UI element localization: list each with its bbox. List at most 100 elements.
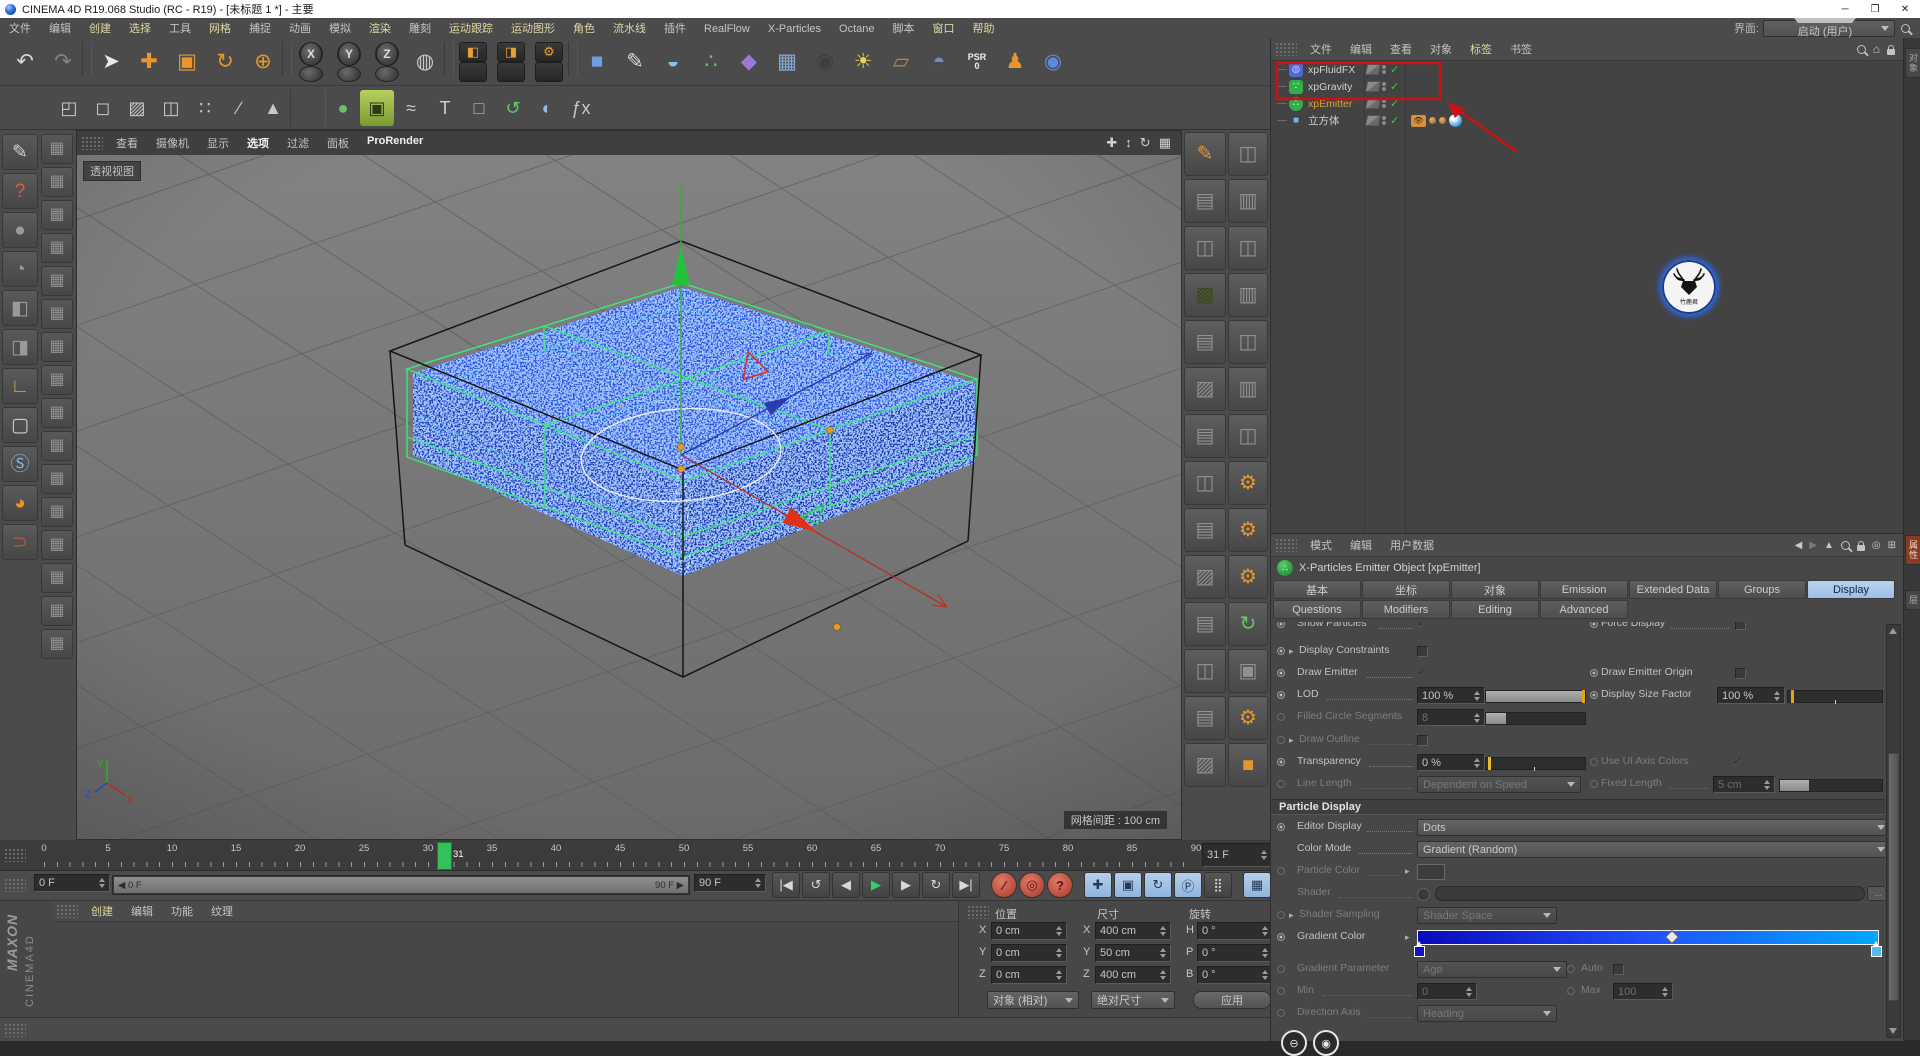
palette-tile[interactable]: ◫ (1184, 461, 1226, 505)
toolbar-separator[interactable] (290, 90, 326, 126)
menu-edit[interactable]: 编辑 (40, 23, 80, 35)
size-x-field[interactable]: 400 cm (1095, 922, 1171, 940)
end-frame-field[interactable]: 90 F (694, 874, 766, 892)
keyframe-circle[interactable] (1277, 647, 1285, 655)
display-tag-icon[interactable]: 👁 (1411, 115, 1426, 127)
menu-simulate[interactable]: 模拟 (320, 23, 360, 35)
palette-tile[interactable]: ▦ (41, 497, 73, 527)
drag-handle[interactable] (81, 136, 103, 150)
start-frame-field[interactable]: 0 F (34, 874, 110, 892)
cube-tile-icon[interactable]: ■ (1228, 743, 1268, 787)
display-size-factor-slider[interactable] (1787, 690, 1883, 703)
expand-icon[interactable]: ▸ (1289, 735, 1294, 746)
tab-object[interactable]: 对象 (1451, 580, 1539, 599)
palette-tile[interactable]: ▤ (1184, 696, 1226, 740)
fx-button[interactable]: ƒx (564, 90, 598, 126)
palette-tile[interactable]: ▦ (41, 398, 73, 428)
cube-b-tool-icon[interactable]: ◨ (2, 329, 38, 365)
om-menu-file[interactable]: 文件 (1301, 41, 1341, 57)
autokey-button[interactable]: ◎ (1019, 872, 1045, 898)
palette-tile[interactable]: ▦ (41, 629, 73, 659)
mat-menu-function[interactable]: 功能 (162, 903, 202, 919)
generators-menu[interactable]: ∴ (692, 42, 730, 82)
pen-tool-icon[interactable]: ✎ (2, 134, 38, 170)
home-icon[interactable]: ⌂ (1873, 42, 1880, 56)
tab-extended-data[interactable]: Extended Data (1629, 580, 1717, 599)
help-tool-icon[interactable]: ? (2, 173, 38, 209)
om-menu-tags[interactable]: 标签 (1461, 41, 1501, 57)
display-size-factor-field[interactable]: 100 % (1717, 687, 1785, 704)
parent-icon[interactable]: ▲ (1824, 540, 1834, 551)
palette-tile[interactable]: ▨ (1184, 743, 1226, 787)
toolbar-separator[interactable] (568, 42, 578, 76)
editor-display-dropdown[interactable]: Dots (1417, 819, 1885, 836)
keyframe-circle[interactable] (1277, 622, 1285, 628)
side-tab-attributes[interactable]: 属性 (1905, 535, 1920, 565)
palette-tile[interactable]: ▦ (41, 530, 73, 560)
expand-icon[interactable]: ▸ (1289, 646, 1294, 657)
history-forward-icon[interactable]: ▶ (1809, 540, 1817, 551)
redo-button[interactable]: ↷ (44, 42, 82, 82)
position-y-field[interactable]: 0 cm (991, 944, 1067, 962)
menu-tools[interactable]: 工具 (160, 23, 200, 35)
key-position-toggle[interactable]: ✚ (1084, 872, 1112, 898)
lod-slider[interactable] (1485, 690, 1586, 703)
make-editable-button[interactable]: ◰ (52, 90, 86, 126)
keyframe-circle[interactable] (1277, 1009, 1285, 1017)
size-mode-dropdown[interactable]: 绝对尺寸 (1091, 991, 1175, 1009)
visibility-dots[interactable] (1382, 116, 1386, 125)
layer-toggle[interactable] (1365, 115, 1381, 126)
shader-toggle[interactable] (1417, 888, 1430, 901)
am-menu-userdata[interactable]: 用户数据 (1381, 537, 1443, 553)
cube-a-tool-icon[interactable]: ◧ (2, 290, 38, 326)
shading-sphere-button[interactable]: ◐ (530, 90, 564, 126)
expand-icon[interactable]: ▸ (1405, 866, 1410, 877)
corner-tool-icon[interactable]: ∟ (2, 368, 38, 404)
lock-x-axis-button[interactable]: X (292, 42, 330, 82)
menu-file[interactable]: 文件 (0, 23, 40, 35)
lock-z-axis-button[interactable]: Z (368, 42, 406, 82)
keyframe-circle[interactable] (1277, 933, 1285, 941)
toolbar-separator[interactable] (444, 42, 454, 76)
keyframe-circle[interactable] (1590, 691, 1598, 699)
min-field[interactable]: 0 (1417, 983, 1477, 1000)
record-keyframe-button[interactable]: ⁄ (991, 872, 1017, 898)
magnet-tool-icon[interactable]: ⊃ (2, 524, 38, 560)
rotate-view-icon[interactable]: ↻ (1140, 135, 1151, 151)
filled-circle-segments-field[interactable]: 8 (1417, 709, 1485, 726)
palette-tile[interactable]: ▦ (41, 200, 73, 230)
om-menu-bookmarks[interactable]: 书签 (1501, 41, 1541, 57)
enable-snap-button[interactable]: ▣ (360, 90, 394, 126)
transparency-slider[interactable] (1485, 757, 1586, 770)
expand-icon[interactable]: ▸ (1405, 932, 1410, 943)
palette-tile[interactable]: ◫ (1228, 226, 1268, 270)
spline-tools-button[interactable]: ≈ (394, 90, 428, 126)
cube-tool-button[interactable]: □ (462, 90, 496, 126)
keyframe-circle[interactable] (1277, 823, 1285, 831)
keyframe-circle[interactable] (1277, 987, 1285, 995)
direction-axis-dropdown[interactable]: Heading (1417, 1005, 1557, 1022)
keyframe-circle[interactable] (1277, 867, 1285, 875)
camera-button[interactable]: ◉ (806, 42, 844, 82)
scale-tool[interactable]: ▣ (168, 42, 206, 82)
palette-tile[interactable]: ▦ (41, 233, 73, 263)
visibility-dots[interactable] (1382, 65, 1386, 74)
palette-tile[interactable]: ▦ (41, 596, 73, 626)
object-row-xpemitter[interactable]: ∴ xpEmitter ✓ (1271, 95, 1903, 112)
gear-tile-icon[interactable]: ⚙ (1228, 696, 1268, 740)
view-label[interactable]: 透视视图 (83, 161, 141, 181)
lock-icon[interactable] (1887, 49, 1895, 55)
palette-tile[interactable]: ▦ (41, 431, 73, 461)
playhead[interactable]: 31 (437, 842, 452, 870)
step-forward-button[interactable]: ▶ (892, 872, 920, 898)
spline-pen-menu[interactable]: ✎ (616, 42, 654, 82)
tab-questions[interactable]: Questions (1273, 600, 1361, 619)
menu-motion-tracker[interactable]: 运动跟踪 (440, 23, 502, 35)
gradient-color-bar[interactable] (1417, 930, 1879, 945)
new-panel-icon[interactable]: ⊞ (1888, 540, 1896, 551)
palette-tile[interactable]: ▦ (41, 134, 73, 164)
rotation-b-field[interactable]: 0 ° (1197, 966, 1273, 984)
menu-animate[interactable]: 动画 (280, 23, 320, 35)
transparency-field[interactable]: 0 % (1417, 754, 1485, 771)
drag-handle[interactable] (56, 904, 78, 918)
